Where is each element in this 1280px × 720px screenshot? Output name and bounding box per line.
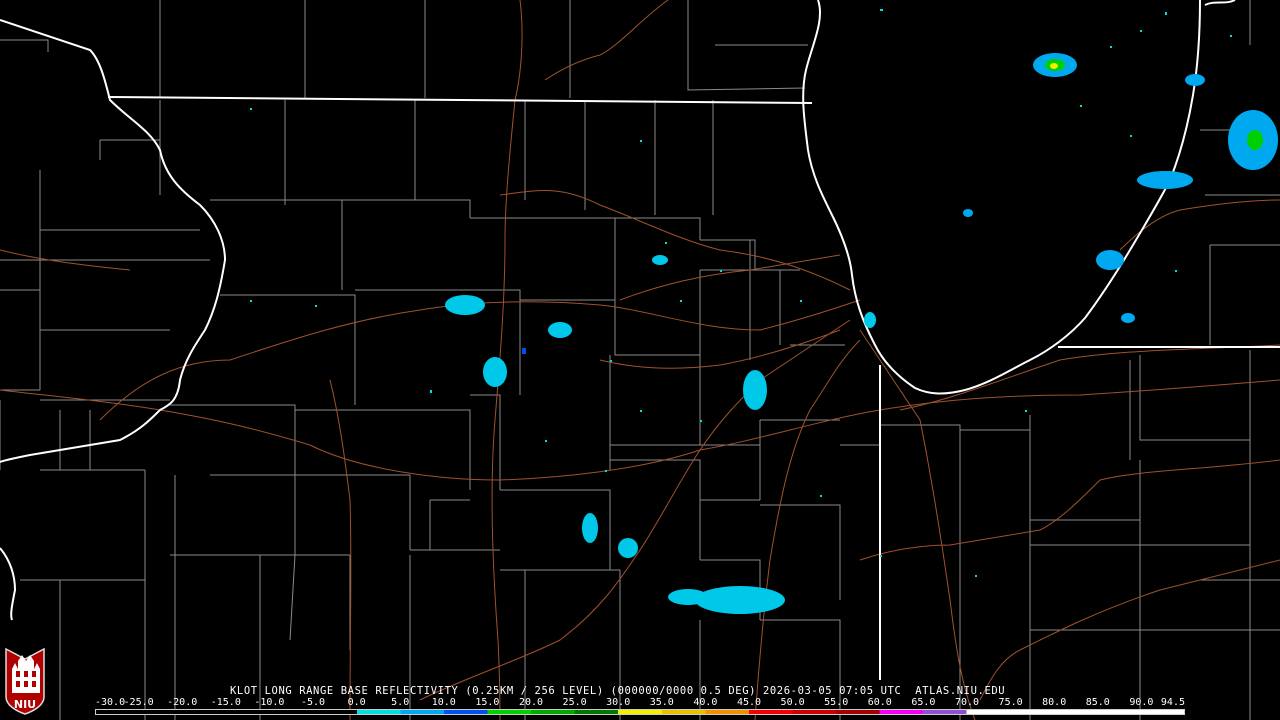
mississippi-river-border (0, 19, 227, 463)
colorbar-label: -30.0 (95, 697, 126, 708)
colorbar-label: 75.0 (998, 697, 1023, 708)
colorbar-label: 55.0 (824, 697, 849, 708)
colorbar-label: 85.0 (1085, 697, 1110, 708)
colorbar-label: 20.0 (518, 697, 544, 708)
colorbar-label: 30.0 (606, 697, 631, 708)
lake-michigan-east-shore (1204, 0, 1236, 6)
colorbar-label: -15.0 (210, 697, 241, 708)
echo-peak (1050, 63, 1058, 69)
mississippi-river-south (0, 547, 17, 621)
colorbar-label: -10.0 (254, 697, 285, 708)
wisconsin-illinois-border (107, 96, 813, 104)
colorbar-label: -5.0 (300, 697, 326, 708)
colorbar-label: 5.0 (391, 697, 410, 708)
colorbar-label: 70.0 (954, 697, 980, 708)
echo-speckle (250, 9, 1232, 577)
colorbar-label: 45.0 (736, 697, 762, 708)
colorbar-label: 15.0 (475, 697, 500, 708)
echo-cluster-lake (963, 53, 1278, 323)
colorbar-label: 65.0 (911, 697, 936, 708)
county-lines (0, 0, 1280, 720)
colorbar-label: 90.0 (1129, 697, 1154, 708)
echo-cluster-land (445, 255, 876, 614)
state-borders (0, 0, 1280, 680)
colorbar-label: 0.0 (347, 697, 366, 708)
niu-logo: NIU (5, 647, 45, 715)
colorbar-label: 25.0 (562, 697, 587, 708)
highways (0, 0, 1280, 720)
radar-map (0, 0, 1280, 720)
colorbar-label: 40.0 (693, 697, 718, 708)
colorbar-label: -25.0 (123, 697, 154, 708)
colorbar-label: 60.0 (867, 697, 892, 708)
colorbar-label: 35.0 (649, 697, 674, 708)
colorbar-label: 10.0 (431, 697, 456, 708)
colorbar-label: 80.0 (1042, 697, 1067, 708)
colorbar-labels: -30.0 -25.0 -20.0 -15.0 -10.0 -5.0 0.0 5.0 10.0 1… (95, 697, 1195, 708)
colorbar-label: 94.5 (1160, 697, 1185, 708)
colorbar-label: 50.0 (780, 697, 805, 708)
colorbar (95, 709, 1185, 715)
echo-dark-blue (522, 348, 526, 354)
colorbar-label: -20.0 (167, 697, 198, 708)
logo-text: NIU (14, 698, 36, 711)
product-title: KLOT LONG RANGE BASE REFLECTIVITY (0.25K… (230, 685, 1006, 697)
